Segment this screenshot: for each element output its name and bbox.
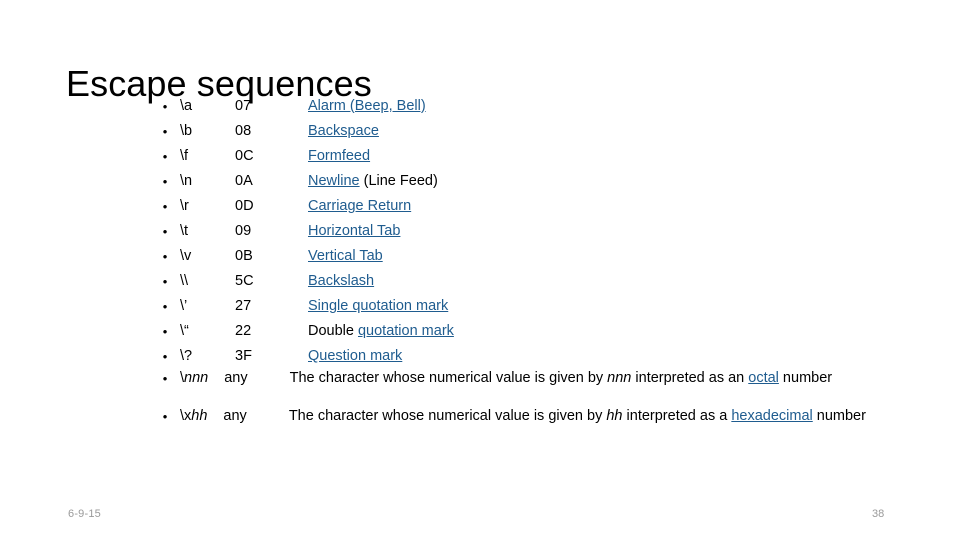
escape-row: • \? 3F Question mark [158,344,938,369]
description-link[interactable]: Newline [308,173,360,189]
escape-sequence-token: \b [180,123,193,139]
hex-code: 0D [235,198,254,214]
escape-sequence-token: \’ [180,298,188,314]
escape-sequence-token: \n [180,173,193,189]
bullet-icon: • [162,149,168,164]
escape-sequence-list: • \a 07 Alarm (Beep, Bell) • \b 08 Backspace • \f… [158,94,938,445]
bullet-icon: • [162,409,168,424]
wide-rows-host: • \nnn any The character whose numerical va… [158,369,938,445]
description: Formfeed [308,144,370,169]
hex-code: 22 [235,323,252,339]
description-text-after: number [778,370,833,386]
bullet-icon: • [162,349,168,364]
description-link[interactable]: Alarm (Beep, Bell) [308,98,426,114]
escape-row: • \v 0B Vertical Tab [158,244,938,269]
description-link[interactable]: Vertical Tab [308,248,383,264]
description-placeholder: nnn [607,370,632,386]
escape-row: • \f 0C Formfeed [158,144,938,169]
description-link[interactable]: Formfeed [308,148,370,164]
footer-page-number: 38 [872,508,885,520]
escape-row: • \n 0A Newline (Line Feed) [158,169,938,194]
hex-code: 27 [235,298,252,314]
description-link[interactable]: Question mark [308,348,402,364]
bullet-icon: • [162,199,168,214]
escape-sequence-token: \“ [180,323,189,339]
escape-sequence-token: \x [180,408,192,424]
slide-canvas: Escape sequences • \a 07 Alarm (Beep, Bell)… [0,0,960,540]
description-link[interactable]: Carriage Return [308,198,411,214]
hex-code: 0A [235,173,253,189]
description-text: The character whose numerical value is g… [288,408,607,424]
bullet-icon: • [162,274,168,289]
escape-sequence-token: \v [180,248,192,264]
footer-date: 6-9-15 [68,508,101,520]
hex-code: 09 [235,223,252,239]
hex-code: any [224,370,248,386]
escape-sequence-token: \f [180,148,189,164]
bullet-icon: • [162,99,168,114]
hex-code: 08 [235,123,252,139]
description-link[interactable]: octal [748,370,779,386]
escape-row: • \b 08 Backspace [158,119,938,144]
description: Carriage Return [308,194,411,219]
escape-row: • \t 09 Horizontal Tab [158,219,938,244]
simple-rows-host: • \a 07 Alarm (Beep, Bell) • \b 08 Backspace • \f… [158,94,938,369]
escape-sequence-token: \\ [180,273,189,289]
escape-row-wide: • \nnn any The character whose numerical va… [158,369,938,407]
hex-code: 0B [235,248,253,264]
bullet-icon: • [162,174,168,189]
description: Vertical Tab [308,244,383,269]
description-link[interactable]: Backslash [308,273,374,289]
hex-code: 0C [235,148,254,164]
description-link[interactable]: Single quotation mark [308,298,448,314]
description-link[interactable]: Backspace [308,123,379,139]
description-text-mid: interpreted as a [622,408,732,424]
hex-code: 3F [235,348,252,364]
escape-row: • \r 0D Carriage Return [158,194,938,219]
description-text-mid: interpreted as an [631,370,749,386]
description-link[interactable]: Horizontal Tab [308,223,400,239]
escape-row: • \’ 27 Single quotation mark [158,294,938,319]
escape-sequence-token: \? [180,348,193,364]
bullet-icon: • [162,324,168,339]
escape-sequence-token: \a [180,98,193,114]
description: Newline (Line Feed) [308,169,438,194]
description-link[interactable]: quotation mark [358,323,454,339]
description-text-after: number [812,408,866,424]
escape-sequence-placeholder: nnn [184,370,209,386]
escape-sequence-token: \t [180,223,189,239]
escape-sequence-token: \r [180,198,189,214]
escape-row: • \a 07 Alarm (Beep, Bell) [158,94,938,119]
wide-row-text: \xhh any The character whose numerical val… [158,407,938,426]
bullet-icon: • [162,224,168,239]
description-suffix: (Line Feed) [359,173,438,189]
escape-row: • \“ 22 Double quotation mark [158,319,938,344]
bullet-icon: • [162,249,168,264]
description: Backspace [308,119,379,144]
escape-row: • \\ 5C Backslash [158,269,938,294]
description-text: The character whose numerical value is g… [289,370,608,386]
bullet-icon: • [162,124,168,139]
description-placeholder: hh [606,408,623,424]
wide-row-text: \nnn any The character whose numerical val… [158,369,938,388]
description-prefix: Double [308,323,358,339]
hex-code: 07 [235,98,252,114]
escape-row-wide: • \xhh any The character whose numerical va… [158,407,938,445]
description: Question mark [308,344,402,369]
hex-code: 5C [235,273,254,289]
hex-code: any [223,408,247,424]
bullet-icon: • [162,299,168,314]
description: Alarm (Beep, Bell) [308,94,426,119]
description: Double quotation mark [308,319,454,344]
description: Horizontal Tab [308,219,400,244]
escape-sequence-placeholder: hh [191,408,208,424]
description-link[interactable]: hexadecimal [731,408,812,424]
description: Backslash [308,269,374,294]
description: Single quotation mark [308,294,448,319]
bullet-icon: • [162,371,168,386]
